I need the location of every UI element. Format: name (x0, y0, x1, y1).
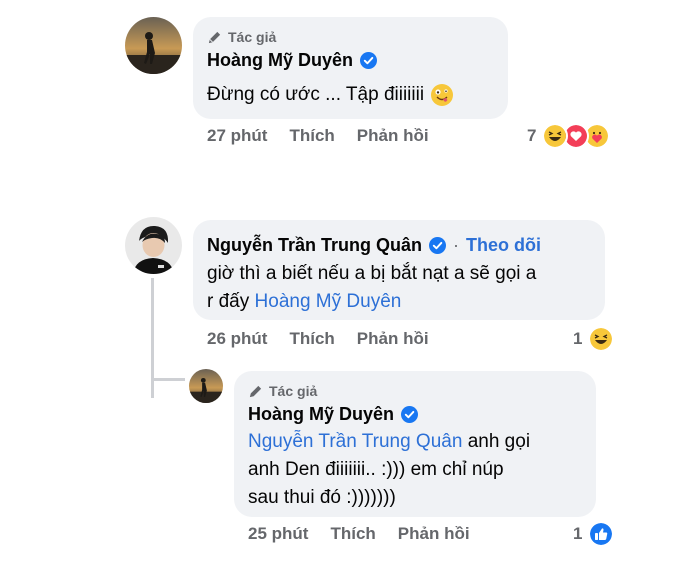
author-tag-label: Tác giả (269, 383, 318, 399)
comment-text: giờ thì a biết nếu a bị bắt nạt a sẽ gọi… (207, 260, 536, 316)
comment-text: Đừng có ước ... Tập điiiiiii (207, 84, 425, 105)
comment-time[interactable]: 27 phút (207, 126, 267, 146)
reaction-count: 7 (527, 126, 537, 145)
comment-bubble: Nguyễn Trần Trung Quân · Theo dõi giờ th… (193, 220, 605, 320)
reaction-summary[interactable]: 7 (527, 123, 611, 149)
comment-text-segment: r đấy (207, 291, 255, 312)
mention-link[interactable]: Hoàng Mỹ Duyên (255, 291, 402, 312)
like-icon (588, 521, 615, 547)
thread-line-elbow (151, 378, 185, 381)
reply-button[interactable]: Phản hồi (357, 126, 429, 146)
like-button[interactable]: Thích (289, 329, 334, 349)
separator-dot: · (453, 235, 460, 255)
verified-badge-icon (429, 237, 447, 254)
comment-bubble: Tác giả Hoàng Mỹ Duyên Đừng có ước ... T… (193, 17, 508, 119)
commenter-name[interactable]: Nguyễn Trần Trung Quân (207, 235, 422, 256)
mention-link[interactable]: Nguyễn Trần Trung Quân (248, 431, 462, 452)
comment-text-segment: anh gọi (462, 431, 531, 452)
follow-button[interactable]: Theo dõi (466, 235, 541, 256)
comment-text-line: sau thui đó :))))))) (248, 487, 396, 508)
author-badge: Tác giả (248, 383, 317, 399)
like-button[interactable]: Thích (330, 524, 375, 544)
reply-button[interactable]: Phản hồi (357, 329, 429, 349)
avatar[interactable] (125, 217, 182, 274)
verified-badge-icon (401, 406, 419, 423)
pen-icon (208, 31, 221, 43)
comment-text-line: giờ thì a biết nếu a bị bắt nạt a sẽ gọi… (207, 263, 537, 284)
reaction-summary[interactable]: 1 (573, 326, 615, 352)
comment-time[interactable]: 26 phút (207, 329, 267, 349)
comment-text: Nguyễn Trần Trung Quân anh gọi anh Den đ… (248, 428, 530, 512)
like-button[interactable]: Thích (289, 126, 334, 146)
reaction-summary[interactable]: 1 (573, 521, 615, 547)
zany-face-emoji-icon (431, 84, 454, 106)
reaction-count: 1 (573, 524, 583, 543)
comment-text-line: anh Den điiiiiii.. :))) em chỉ núp (248, 459, 504, 480)
avatar[interactable] (189, 369, 223, 403)
pen-icon (249, 385, 262, 397)
verified-badge-icon (360, 52, 378, 69)
comment-text-row: Đừng có ước ... Tập điiiiiii (207, 81, 454, 109)
avatar[interactable] (125, 17, 182, 74)
comment-bubble: Tác giả Hoàng Mỹ Duyên Nguyễn Trần Trung… (234, 371, 596, 517)
comment-time[interactable]: 25 phút (248, 524, 308, 544)
haha-icon (588, 326, 615, 352)
author-tag-label: Tác giả (228, 29, 277, 45)
comment-text-line: Nguyễn Trần Trung Quân anh gọi (248, 428, 530, 456)
haha-icon (542, 123, 569, 149)
commenter-name[interactable]: Hoàng Mỹ Duyên (248, 404, 394, 425)
author-badge: Tác giả (207, 29, 276, 45)
reply-button[interactable]: Phản hồi (398, 524, 470, 544)
comment-text-line: r đấy Hoàng Mỹ Duyên (207, 288, 536, 316)
reaction-count: 1 (573, 329, 583, 348)
commenter-name[interactable]: Hoàng Mỹ Duyên (207, 50, 353, 71)
